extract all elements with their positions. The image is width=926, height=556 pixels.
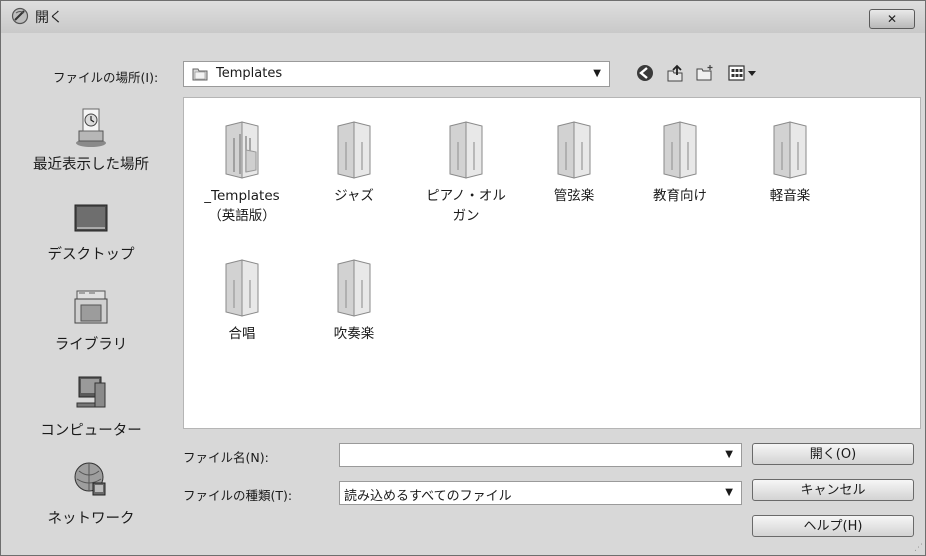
filename-input[interactable]: ▼ xyxy=(339,443,742,467)
up-folder-icon[interactable] xyxy=(665,63,685,83)
folder-item[interactable]: ジャズ xyxy=(306,120,402,206)
place-label: ライブラリ xyxy=(54,337,128,353)
lookin-label: ファイルの場所(I): xyxy=(53,70,159,85)
folder-icon xyxy=(337,121,371,179)
back-icon[interactable] xyxy=(635,63,655,83)
folder-icon xyxy=(449,121,483,179)
folder-icon xyxy=(337,259,371,317)
place-label: ネットワーク xyxy=(47,511,135,527)
place-desktop[interactable]: デスクトップ xyxy=(1,199,181,264)
folder-name-line2: ガン xyxy=(452,208,480,224)
folder-icon xyxy=(225,259,259,317)
folder-item[interactable]: 吹奏楽 xyxy=(306,258,402,344)
filename-label: ファイル名(N): xyxy=(183,450,269,465)
folder-icon xyxy=(192,68,208,81)
place-network[interactable]: ネットワーク xyxy=(1,459,181,528)
new-folder-icon[interactable] xyxy=(695,63,715,83)
folder-name: 合唱 xyxy=(228,326,256,342)
window-title: 開く xyxy=(35,10,63,26)
network-icon xyxy=(74,462,106,496)
folder-name: 管弦楽 xyxy=(553,188,595,204)
folder-icon xyxy=(557,121,591,179)
places-bar: 最近表示した場所 デスクトップ ライブラリ コンピューター ネットワーク xyxy=(1,97,181,555)
lookin-dropdown[interactable]: Templates ▼ xyxy=(183,61,610,87)
place-label: コンピューター xyxy=(40,423,142,439)
place-computer[interactable]: コンピューター xyxy=(1,373,181,440)
help-button[interactable]: ヘルプ(H) xyxy=(752,515,914,537)
chevron-down-icon: ▼ xyxy=(725,487,733,498)
place-label: デスクトップ xyxy=(47,247,135,263)
folder-item[interactable]: _Templates （英語版） xyxy=(194,120,290,226)
filetype-dropdown[interactable]: 読み込めるすべてのファイル ▼ xyxy=(339,481,742,505)
folder-icon xyxy=(663,121,697,179)
close-button[interactable]: ✕ xyxy=(869,9,915,29)
folder-name: _Templates xyxy=(204,188,280,204)
folder-icon xyxy=(225,121,259,179)
folder-name: ピアノ・オル xyxy=(426,188,506,204)
open-button[interactable]: 開く(O) xyxy=(752,443,914,465)
folder-icon xyxy=(773,121,807,179)
app-icon xyxy=(11,7,29,25)
close-icon: ✕ xyxy=(886,12,898,26)
folder-name: 軽音楽 xyxy=(769,188,811,204)
folder-name: ジャズ xyxy=(334,188,374,204)
folder-item[interactable]: 管弦楽 xyxy=(526,120,622,206)
filetype-value: 読み込めるすべてのファイル xyxy=(344,489,512,504)
chevron-down-icon: ▼ xyxy=(593,68,601,79)
computer-icon xyxy=(76,376,106,408)
cancel-button[interactable]: キャンセル xyxy=(752,479,914,501)
recent-places-icon xyxy=(76,108,106,147)
folder-name: 教育向け xyxy=(653,188,707,204)
view-menu-icon[interactable] xyxy=(727,63,763,83)
folder-item[interactable]: ピアノ・オル ガン xyxy=(418,120,514,226)
folder-item[interactable]: 教育向け xyxy=(632,120,728,206)
place-libraries[interactable]: ライブラリ xyxy=(1,285,181,354)
desktop-icon xyxy=(74,204,108,232)
folder-name-line2: （英語版） xyxy=(208,208,276,224)
title-bar: 開く ✕ xyxy=(1,1,925,33)
file-list: _Templates （英語版） ジャズ ピアノ・オル ガン 管弦楽 教育向け … xyxy=(183,97,921,429)
filetype-label: ファイルの種類(T): xyxy=(183,488,293,503)
chevron-down-icon[interactable]: ▼ xyxy=(725,449,733,460)
open-dialog: 開く ✕ ファイルの場所(I): Templates ▼ 最近表示した場所 デス… xyxy=(0,0,926,556)
folder-item[interactable]: 軽音楽 xyxy=(742,120,838,206)
folder-item[interactable]: 合唱 xyxy=(194,258,290,344)
lookin-value: Templates xyxy=(216,66,283,81)
place-recent[interactable]: 最近表示した場所 xyxy=(1,105,181,174)
place-label: 最近表示した場所 xyxy=(33,157,149,173)
libraries-icon xyxy=(74,290,108,324)
folder-name: 吹奏楽 xyxy=(333,326,375,342)
resize-grip-icon[interactable]: ⋰ xyxy=(914,543,923,553)
